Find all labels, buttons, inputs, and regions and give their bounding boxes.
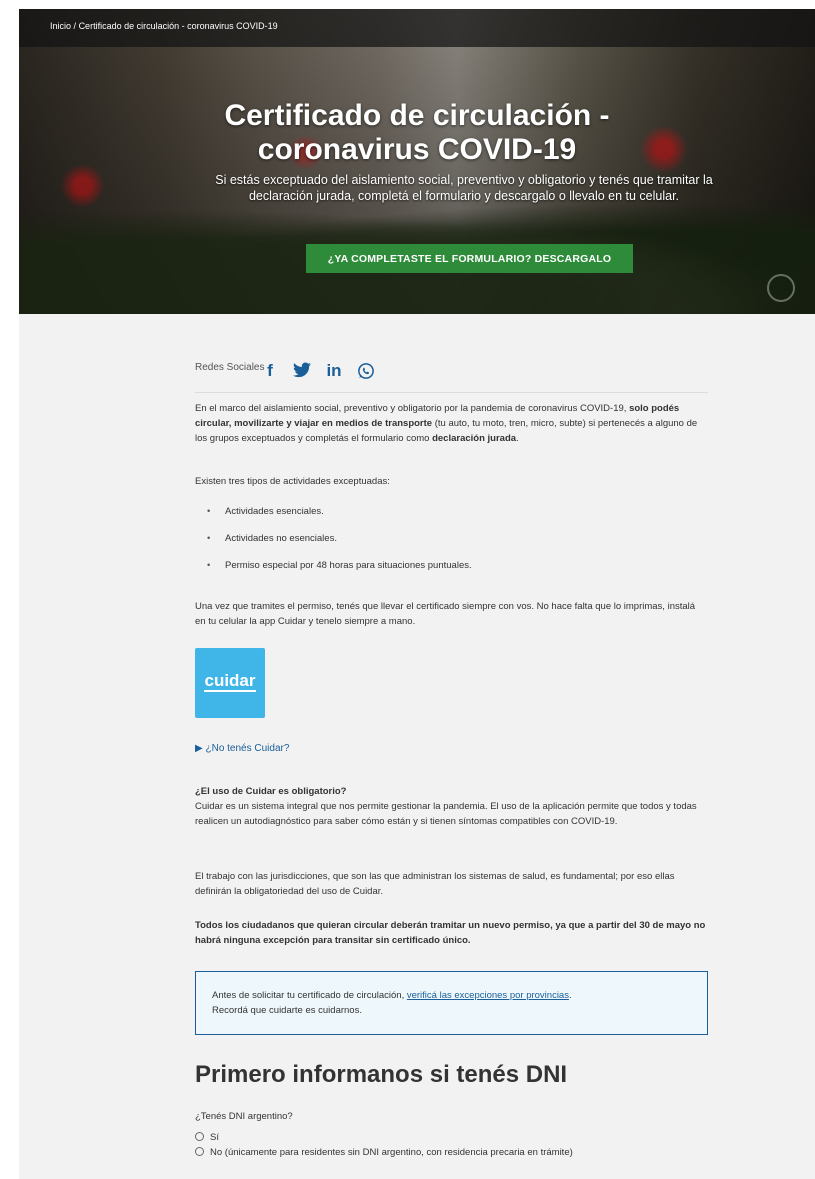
radio-icon[interactable] — [195, 1147, 204, 1156]
info-alert: Antes de solicitar tu certificado de cir… — [195, 971, 708, 1035]
breadcrumb-separator: / — [73, 21, 77, 31]
activities-list: Actividades esenciales. Actividades no e… — [205, 504, 685, 585]
camera-icon — [767, 274, 795, 302]
faq-answer-3: Todos los ciudadanos que quieran circula… — [195, 920, 706, 946]
faq-answer-2: El trabajo con las jurisdicciones, que s… — [195, 871, 675, 897]
cuidar-app-logo[interactable]: cuidar — [195, 648, 265, 718]
alert-text-before: Antes de solicitar tu certificado de cir… — [212, 990, 405, 1001]
cuidar-logo-text: cuidar — [204, 671, 256, 692]
page-title: Certificado de circulación - coronavirus… — [19, 99, 815, 167]
dni-option-yes[interactable]: Sí — [195, 1132, 219, 1143]
intro-paragraph: En el marco del aislamiento social, prev… — [195, 401, 708, 446]
provinces-exceptions-link[interactable]: verificá las excepciones por provincias — [407, 990, 569, 1001]
intro-text-3: . — [516, 433, 519, 444]
hero-subtitle: Si estás exceptuado del aislamiento soci… — [215, 173, 713, 203]
download-form-button[interactable]: ¿YA COMPLETASTE EL FORMULARIO? DESCARGAL… — [306, 244, 633, 273]
radio-icon[interactable] — [195, 1132, 204, 1141]
breadcrumb-current: Certificado de circulación - coronavirus… — [78, 21, 278, 31]
dni-question: ¿Tenés DNI argentino? — [195, 1111, 293, 1122]
alert-text: Antes de solicitar tu certificado de cir… — [212, 988, 692, 1018]
breadcrumb-bar: Inicio / Certificado de circulación - co… — [19, 9, 815, 47]
dni-option-no-label: No (únicamente para residentes sin DNI a… — [210, 1147, 573, 1158]
breadcrumb: Inicio / Certificado de circulación - co… — [50, 21, 278, 31]
no-cuidar-toggle[interactable]: ▶ ¿No tenés Cuidar? — [195, 743, 289, 754]
alert-line-2: Recordá que cuidarte es cuidarnos. — [212, 1005, 362, 1016]
no-cuidar-label: ¿No tenés Cuidar? — [205, 743, 290, 754]
list-item: Actividades no esenciales. — [205, 531, 685, 558]
alert-text-after: . — [568, 990, 572, 1001]
list-item: Permiso especial por 48 horas para situa… — [205, 558, 685, 585]
social-bar: Redes Sociales f in — [195, 356, 708, 386]
hero-banner: Inicio / Certificado de circulación - co… — [19, 9, 815, 314]
types-intro: Existen tres tipos de actividades except… — [195, 476, 390, 487]
triangle-right-icon: ▶ — [195, 743, 203, 754]
certificate-note: Una vez que tramites el permiso, tenés q… — [195, 601, 696, 627]
page-title-line2: coronavirus COVID-19 — [257, 133, 577, 166]
main-content: Redes Sociales f in En el marco del aisl… — [19, 314, 815, 1179]
dni-option-no[interactable]: No (únicamente para residentes sin DNI a… — [195, 1147, 573, 1158]
twitter-icon[interactable] — [293, 362, 311, 380]
list-item: Actividades esenciales. — [205, 504, 685, 531]
divider — [195, 392, 708, 393]
intro-bold-2: declaración jurada — [432, 433, 517, 444]
social-label: Redes Sociales — [195, 362, 265, 373]
social-icons: f in — [261, 362, 375, 380]
faq-answer-1: Cuidar es un sistema integral que nos pe… — [195, 801, 697, 827]
whatsapp-icon[interactable] — [357, 362, 375, 380]
facebook-icon[interactable]: f — [261, 362, 279, 380]
intro-text-1: En el marco del aislamiento social, prev… — [195, 403, 627, 414]
page-title-line1: Certificado de circulación - — [224, 99, 610, 132]
dni-option-yes-label: Sí — [210, 1132, 219, 1143]
faq-question: ¿El uso de Cuidar es obligatorio? — [195, 786, 347, 797]
breadcrumb-home[interactable]: Inicio — [50, 21, 71, 31]
linkedin-icon[interactable]: in — [325, 362, 343, 380]
dni-heading: Primero informanos si tenés DNI — [195, 1061, 568, 1088]
